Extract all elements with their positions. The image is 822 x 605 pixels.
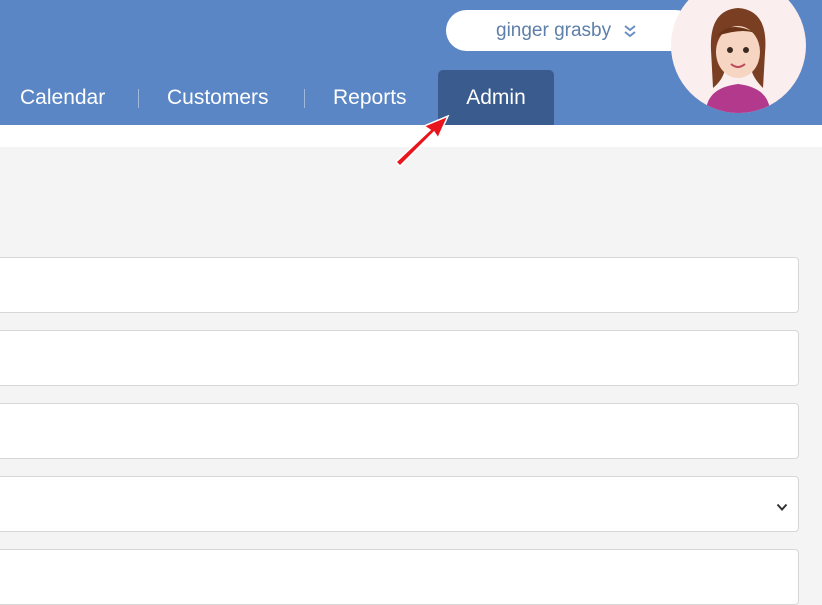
form-field-1[interactable] bbox=[0, 257, 799, 313]
nav-customers[interactable]: Customers bbox=[167, 70, 269, 125]
form-select[interactable] bbox=[0, 476, 799, 532]
nav-calendar[interactable]: Calendar bbox=[20, 70, 105, 125]
form-field-2[interactable] bbox=[0, 330, 799, 386]
main-nav: Calendar Customers Reports Admin bbox=[0, 70, 600, 125]
chevron-down-icon bbox=[776, 499, 788, 511]
pointer-arrow-icon bbox=[390, 112, 454, 168]
form-field-3[interactable] bbox=[0, 403, 799, 459]
form-field-5[interactable] bbox=[0, 549, 799, 605]
user-name: ginger grasby bbox=[496, 19, 612, 41]
user-menu-button[interactable]: ginger grasby bbox=[446, 10, 696, 51]
double-chevron-down-icon bbox=[623, 23, 637, 39]
nav-divider bbox=[304, 89, 305, 108]
nav-divider bbox=[138, 89, 139, 108]
nav-admin[interactable]: Admin bbox=[438, 70, 554, 125]
